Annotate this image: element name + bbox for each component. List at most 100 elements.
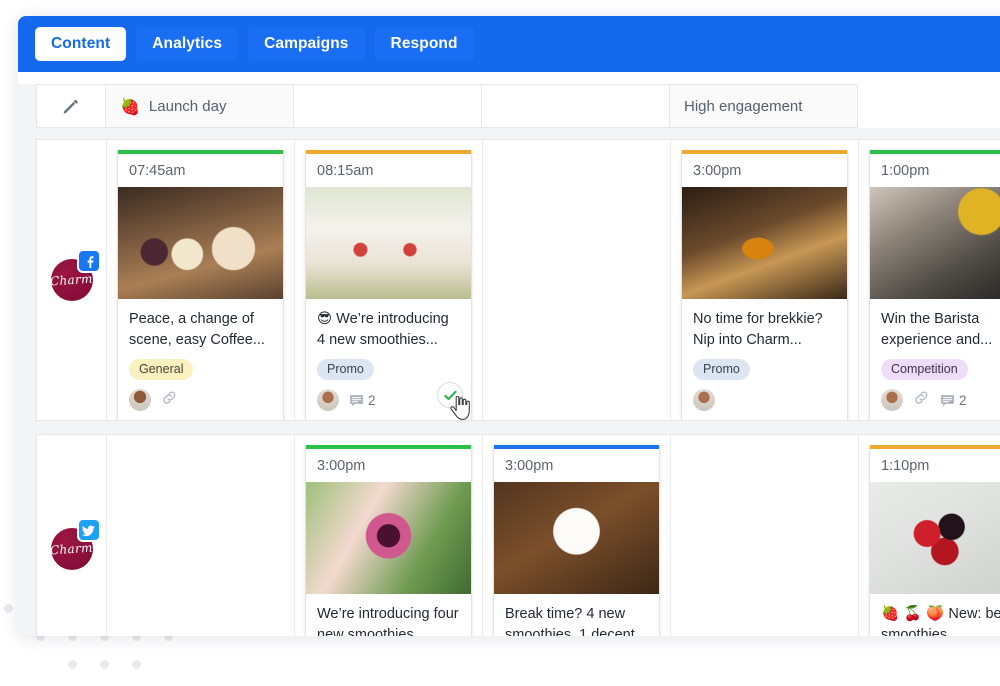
tag-row: Competition [870,351,1000,380]
post-tag[interactable]: Promo [693,359,750,380]
caption-line-2: Nip into Charm... [693,330,836,351]
calendar-cell[interactable]: 1:00pm Win the Baristaexperience and... Co… [859,140,1000,420]
post-time: 1:10pm [870,449,1000,482]
author-avatar[interactable] [693,389,715,411]
post-caption: Win the Baristaexperience and... [870,299,1000,351]
app-window: Content Analytics Campaigns Respond 🍓 Launch… [18,16,1000,636]
caption-emoji-icon: 🍓 🍒 🍑 [881,606,944,622]
caption-line-2: scene, easy Coffee... [129,330,272,351]
post-card[interactable]: 3:00pm We’re introducing fournew smoothie… [305,445,472,636]
post-time: 3:00pm [494,449,659,482]
calendar-cell[interactable]: 08:15am 😎 We’re introducing 4 new smoothie… [295,140,483,420]
twitter-icon [77,518,101,542]
post-tag[interactable]: Competition [881,359,968,380]
channel-cell-twitter[interactable]: Charm [37,435,107,636]
post-time: 3:00pm [306,449,471,482]
avatar[interactable]: Charm [51,528,93,570]
author-avatar[interactable] [129,389,151,411]
mouse-cursor-icon [450,396,471,420]
post-tag[interactable]: Promo [317,359,374,380]
link-icon[interactable] [913,389,930,411]
caption-line-1: We’re introducing [336,311,449,327]
channel-row-twitter: Charm 3:00pm We’re introducing fournew smo… [36,434,1000,636]
facebook-icon [77,249,101,273]
post-thumbnail [870,482,1000,594]
caption-line-1: We’re introducing four [317,606,459,622]
tag-row: Promo [682,351,847,380]
column-label-row: 🍓 Launch day High engagement [36,84,1000,128]
post-caption: Peace, a change of scene, easy Coffee... [118,299,283,351]
brand-name: Charm [50,541,94,558]
calendar-cell[interactable]: 07:45am Peace, a change of scene, easy Cof… [107,140,295,420]
post-meta-row: 2 [870,380,1000,420]
post-thumbnail [118,187,283,299]
avatar[interactable]: Charm [51,259,93,301]
channel-cell-facebook[interactable]: Charm [37,140,107,420]
post-caption: 😎 We’re introducing 4 new smoothies... [306,299,471,351]
post-time: 1:00pm [870,154,1000,187]
channel-row-facebook: Charm 07:45am Peace, a change of scene, eas… [36,139,1000,421]
nav-tab-respond[interactable]: Respond [375,27,474,61]
column-label-3[interactable] [482,84,670,128]
calendar-cell[interactable]: 1:10pm 🍓 🍒 🍑 New: berry smoothies... [859,435,1000,636]
tag-row: Promo [306,351,471,380]
column-label-4[interactable]: High engagement [670,84,858,128]
nav-tab-campaigns[interactable]: Campaigns [248,27,364,61]
post-thumbnail [870,187,1000,299]
calendar-cell[interactable]: 3:00pm No time for brekkie?Nip into Charm… [671,140,859,420]
column-label-text: High engagement [684,98,802,115]
comment-icon[interactable]: 2 [349,393,376,408]
post-time: 08:15am [306,154,471,187]
caption-line-2: smoothies, 1 decent... [505,625,648,636]
calendar-cell[interactable]: 3:00pm We’re introducing fournew smoothie… [295,435,483,636]
nav-tab-analytics[interactable]: Analytics [136,27,238,61]
caption-emoji-icon: 😎 [317,311,332,327]
calendar-cell[interactable] [483,140,671,420]
approval-control[interactable] [437,382,463,408]
post-card[interactable]: 3:00pm No time for brekkie?Nip into Charm… [681,150,848,420]
content-calendar-board: 🍓 Launch day High engagement Charm 07:45am P… [18,84,1000,636]
column-label-text: Launch day [149,98,227,115]
author-avatar[interactable] [317,389,339,411]
column-label-2[interactable] [294,84,482,128]
post-caption: We’re introducing fournew smoothies... [306,594,471,636]
link-icon[interactable] [161,389,178,411]
post-card[interactable]: 08:15am 😎 We’re introducing 4 new smoothie… [305,150,472,420]
calendar-cell[interactable] [107,435,295,636]
caption-line-1: Break time? 4 new [505,606,625,622]
caption-line-2: smoothies... [881,625,995,636]
primary-navigation: Content Analytics Campaigns Respond [18,16,1000,72]
author-avatar[interactable] [881,389,903,411]
post-thumbnail [682,187,847,299]
calendar-cell[interactable]: 3:00pm Break time? 4 new smoothies, 1 dece… [483,435,671,636]
app-root: Content Analytics Campaigns Respond 🍓 Launch… [0,0,1000,686]
post-meta-row: 2 [306,380,471,420]
calendar-cell[interactable] [671,435,859,636]
post-time: 07:45am [118,154,283,187]
brand-name: Charm [50,272,94,289]
post-thumbnail [494,482,659,594]
post-caption: No time for brekkie?Nip into Charm... [682,299,847,351]
edit-labels-button[interactable] [36,84,106,128]
post-meta-row [118,380,283,420]
post-time: 3:00pm [682,154,847,187]
post-card[interactable]: 07:45am Peace, a change of scene, easy Cof… [117,150,284,420]
pencil-icon [61,96,81,116]
column-label-1[interactable]: 🍓 Launch day [106,84,294,128]
nav-tab-content[interactable]: Content [35,27,126,61]
comment-count: 2 [368,393,376,408]
post-thumbnail [306,187,471,299]
tag-row: General [118,351,283,380]
post-tag[interactable]: General [129,359,193,380]
label-emoji-icon: 🍓 [120,97,140,116]
caption-line-1: Peace, a change of [129,311,254,327]
post-card[interactable]: 1:00pm Win the Baristaexperience and... Co… [869,150,1000,420]
caption-line-1: New: berry [948,606,1000,622]
caption-line-2: experience and... [881,330,995,351]
post-caption: 🍓 🍒 🍑 New: berry smoothies... [870,594,1000,636]
post-card[interactable]: 1:10pm 🍓 🍒 🍑 New: berry smoothies... [869,445,1000,636]
post-meta-row [682,380,847,420]
post-card[interactable]: 3:00pm Break time? 4 new smoothies, 1 dece… [493,445,660,636]
caption-line-2: 4 new smoothies... [317,330,460,351]
comment-icon[interactable]: 2 [940,393,967,408]
